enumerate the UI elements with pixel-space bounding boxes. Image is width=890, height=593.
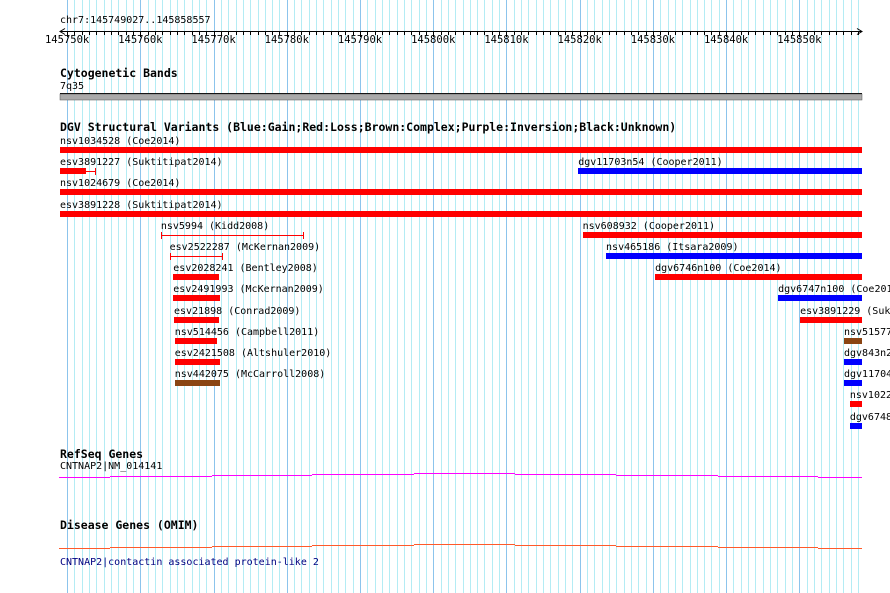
variant-bar-loss[interactable] (59, 210, 863, 217)
variant-bar-loss[interactable] (849, 401, 863, 408)
variant-label[interactable]: esv3891227 (Suktitipat2014) (60, 157, 223, 168)
variant-label[interactable]: esv3891229 (Suk (800, 306, 890, 317)
variant-label[interactable]: nsv51577 (844, 327, 890, 338)
variant-label[interactable]: nsv5994 (Kidd2008) (161, 221, 269, 232)
variant-label[interactable]: nsv1022 (850, 390, 890, 401)
cytoband-7q35 (59, 93, 863, 101)
variant-bar-loss[interactable] (174, 316, 219, 323)
variant-bar-loss[interactable] (174, 359, 221, 365)
ruler-tick-label: 145800k (411, 34, 456, 46)
variant-label[interactable]: nsv608932 (Cooper2011) (583, 221, 715, 232)
genome-browser-canvas (59, 0, 863, 593)
ruler-tick-label: 145790k (337, 34, 383, 46)
variant-label[interactable]: nsv514456 (Campbell2011) (175, 327, 320, 338)
variant-range-cap (169, 253, 171, 260)
ruler-tick-label: 145820k (557, 34, 602, 46)
variant-bar-gain[interactable] (606, 253, 863, 259)
variant-label[interactable]: nsv442075 (McCarroll2008) (175, 369, 326, 380)
ruler-tick-label: 145770k (191, 34, 236, 46)
variant-bar-loss[interactable] (582, 231, 863, 238)
variant-label[interactable]: esv2028241 (Bentley2008) (173, 263, 318, 274)
variant-label[interactable]: esv2421508 (Altshuler2010) (175, 348, 332, 359)
ruler-tick-label: 145840k (703, 34, 749, 46)
variant-range-cap (160, 231, 162, 239)
variant-label[interactable]: esv2491993 (McKernan2009) (173, 284, 324, 295)
cytoband-track-title[interactable]: Cytogenetic Bands (60, 67, 178, 80)
dgv-track-title[interactable]: DGV Structural Variants (Blue:Gain;Red:L… (60, 121, 676, 134)
ruler-tick-label: 145830k (630, 34, 676, 46)
variant-label[interactable]: esv2522287 (McKernan2009) (170, 242, 321, 253)
cytoband-label: 7q35 (60, 81, 85, 92)
ruler-tick-label: 145750k (44, 34, 90, 46)
variant-bar-loss[interactable] (173, 295, 221, 302)
variant-bar-loss[interactable] (655, 274, 863, 281)
position-label: chr7:145749027..145858557 (60, 15, 211, 26)
variant-bar-loss[interactable] (59, 147, 863, 153)
variant-bar-gain[interactable] (844, 359, 863, 365)
refseq-gene-label[interactable]: CNTNAP2|NM_014141 (60, 461, 162, 472)
variant-range-line[interactable] (59, 171, 95, 173)
omim-track-title[interactable]: Disease Genes (OMIM) (60, 519, 198, 532)
variant-bar-loss[interactable] (59, 189, 863, 196)
variant-bar-loss[interactable] (173, 274, 219, 281)
ruler-tick-label: 145780k (264, 34, 309, 46)
variant-label[interactable]: dgv6746n100 (Coe2014) (655, 263, 781, 274)
variant-range-line[interactable] (160, 234, 303, 236)
variant-bar-loss[interactable] (174, 337, 218, 344)
variant-bar-loss[interactable] (800, 316, 863, 323)
variant-bar-gain[interactable] (849, 422, 863, 429)
omim-gene-label[interactable]: CNTNAP2|contactin associated protein-lik… (60, 557, 319, 568)
variant-bar-complex[interactable] (844, 337, 863, 344)
variant-label[interactable]: esv3891228 (Suktitipat2014) (60, 200, 223, 211)
variant-label[interactable]: nsv1024679 (Coe2014) (60, 178, 180, 189)
variant-label[interactable]: dgv6747n100 (Coe201 (778, 284, 890, 295)
variant-label[interactable]: dgv11703n54 (Cooper2011) (578, 157, 723, 168)
variant-range-line[interactable] (169, 256, 222, 257)
variant-range-cap (221, 253, 223, 260)
variant-label[interactable]: dgv11704 (844, 369, 890, 380)
variant-range-cap (302, 231, 304, 239)
ruler-tick-label: 145810k (484, 34, 529, 46)
variant-bar-gain[interactable] (778, 295, 863, 302)
variant-range-cap (94, 168, 96, 176)
variant-label[interactable]: nsv1034528 (Coe2014) (60, 136, 180, 147)
ruler-tick-label: 145760k (118, 34, 163, 46)
variant-label[interactable]: dgv843n2 (844, 348, 890, 359)
variant-bar-gain[interactable] (578, 168, 863, 175)
variant-bar-complex[interactable] (174, 380, 221, 387)
ruler-tick-label: 145850k (777, 34, 822, 46)
variant-bar-gain[interactable] (844, 380, 863, 387)
variant-label[interactable]: nsv465186 (Itsara2009) (606, 242, 738, 253)
variant-label[interactable]: esv21898 (Conrad2009) (174, 306, 300, 317)
variant-label[interactable]: dgv6748 (850, 412, 890, 423)
refseq-track-title[interactable]: RefSeq Genes (60, 448, 143, 461)
